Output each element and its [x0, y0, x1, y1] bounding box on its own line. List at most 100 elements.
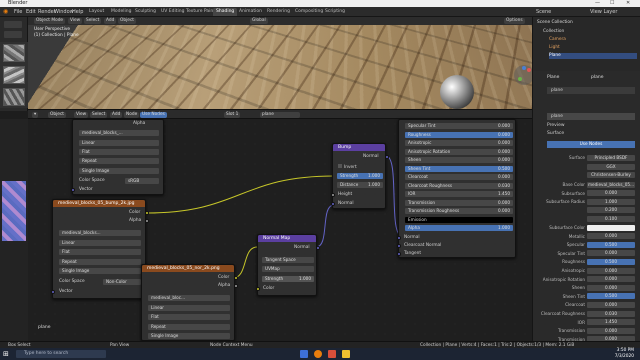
outliner-row-collection[interactable]: Collection: [543, 29, 564, 35]
subsurface-method-value[interactable]: Christensen-Burley: [587, 171, 635, 178]
space-dropdown[interactable]: Tangent Space: [262, 257, 314, 263]
scene-collection-row[interactable]: Scene Collection: [537, 20, 573, 26]
height-input-socket[interactable]: [331, 193, 335, 197]
strength-field[interactable]: Strength 1.000: [262, 276, 314, 282]
material-property-row[interactable]: Subsurface 0.000: [543, 190, 637, 197]
outliner-row-plane[interactable]: Plane: [549, 53, 637, 59]
view-layer-selector[interactable]: View Layer: [590, 7, 617, 17]
image-file-selector[interactable]: medieval_bloc...: [148, 295, 230, 301]
property-value[interactable]: 0.000: [587, 267, 635, 274]
start-button-icon[interactable]: ⊞: [3, 348, 9, 360]
bsdf-input-field[interactable]: Specular Tint 0.000: [405, 123, 513, 129]
clearcoat-normal-socket[interactable]: [397, 244, 401, 248]
property-value[interactable]: 0.000: [587, 190, 635, 197]
alpha-output-socket[interactable]: [145, 219, 149, 223]
normal-input-socket[interactable]: [397, 236, 401, 240]
material-slot-list[interactable]: plane: [547, 87, 635, 94]
projection-dropdown[interactable]: Flat: [148, 314, 230, 320]
material-selector[interactable]: plane: [547, 113, 635, 120]
projection-dropdown[interactable]: Flat: [79, 149, 159, 155]
image-file-selector[interactable]: medieval_blocks_...: [79, 130, 159, 136]
distribution-row[interactable]: GGX: [543, 163, 637, 170]
node-title[interactable]: Normal Map: [258, 235, 316, 242]
material-property-row[interactable]: Subsurface Color: [543, 224, 637, 231]
surface-value[interactable]: Principled BSDF: [587, 154, 635, 161]
property-value[interactable]: 0.500: [587, 241, 635, 248]
property-value[interactable]: 0.000: [587, 301, 635, 308]
invert-checkbox[interactable]: Invert: [338, 164, 357, 170]
bsdf-input-field[interactable]: Transmission Roughness 0.000: [405, 208, 513, 214]
use-nodes-button[interactable]: Use Nodes: [547, 141, 635, 148]
folder-icon[interactable]: [342, 350, 350, 358]
vector-input-socket[interactable]: [51, 290, 55, 294]
property-value[interactable]: [587, 224, 635, 231]
bsdf-input-field[interactable]: Clearcoat Roughness 0.030: [405, 182, 513, 189]
distribution-value[interactable]: GGX: [587, 163, 635, 170]
tangent-input-socket[interactable]: [397, 252, 401, 256]
material-property-row[interactable]: Anisotropic Rotation 0.000: [543, 276, 637, 283]
extension-dropdown[interactable]: Repeat: [148, 324, 230, 330]
bsdf-input-field[interactable]: Anisotropic Rotation 0.000: [405, 148, 513, 155]
node-title[interactable]: Bump: [333, 144, 385, 151]
material-property-row[interactable]: Metallic 0.000: [543, 233, 637, 240]
normal-image-texture-node[interactable]: medieval_blocks_05_nor_2k.png Color Alph…: [141, 264, 238, 341]
node-title[interactable]: medieval_blocks_05_bump_2k.jpg: [53, 200, 145, 207]
property-value[interactable]: 1.000: [587, 198, 635, 205]
bsdf-input-field[interactable]: Emission: [405, 216, 513, 223]
material-property-row[interactable]: IOR 1.450: [543, 319, 637, 326]
material-property-row[interactable]: 0.100: [543, 215, 637, 222]
image-texture-node[interactable]: Alpha medieval_blocks_... Linear Flat Re…: [71, 119, 164, 195]
preview-panel-header[interactable]: Preview: [547, 123, 565, 128]
strength-field[interactable]: Strength 1.000: [337, 173, 383, 179]
alpha-output-socket[interactable]: [234, 284, 238, 288]
bsdf-input-field[interactable]: Sheen Tint 0.500: [405, 165, 513, 172]
material-property-row[interactable]: Anisotropic 0.000: [543, 267, 637, 274]
interpolation-dropdown[interactable]: Linear: [79, 140, 159, 146]
property-value[interactable]: 0.000: [587, 233, 635, 240]
material-property-row[interactable]: Transmission 0.000: [543, 327, 637, 334]
material-property-row[interactable]: 0.200: [543, 207, 637, 214]
color-input-socket[interactable]: [256, 287, 260, 291]
vector-input-socket[interactable]: [71, 188, 75, 192]
bump-image-texture-node[interactable]: medieval_blocks_05_bump_2k.jpg Color Alp…: [51, 199, 149, 299]
source-dropdown[interactable]: Single Image: [59, 268, 141, 274]
material-property-row[interactable]: Specular 0.500: [543, 241, 637, 248]
bsdf-input-field[interactable]: Sheen 0.000: [405, 157, 513, 163]
uv-map-selector[interactable]: UVMap: [262, 266, 314, 272]
property-value[interactable]: 0.500: [587, 258, 635, 265]
normal-input-socket[interactable]: [331, 202, 335, 206]
bsdf-input-field[interactable]: IOR 1.450: [405, 191, 513, 197]
property-value[interactable]: 1.450: [587, 319, 635, 326]
bump-node[interactable]: Bump Normal Invert Strength 1.000 Distan…: [331, 143, 389, 209]
property-value[interactable]: 0.000: [587, 276, 635, 283]
normal-output-socket[interactable]: [316, 246, 320, 250]
material-property-row[interactable]: Specular Tint 0.000: [543, 250, 637, 257]
property-value[interactable]: 0.030: [587, 310, 635, 317]
color-space-dropdown[interactable]: sRGB: [125, 178, 159, 184]
property-value[interactable]: medieval_blocks_05...: [587, 181, 635, 188]
projection-dropdown[interactable]: Flat: [59, 249, 141, 255]
taskbar-search-input[interactable]: Type here to search: [16, 350, 106, 358]
property-value[interactable]: 0.200: [587, 207, 635, 214]
extension-dropdown[interactable]: Repeat: [59, 259, 141, 265]
scene-selector[interactable]: Scene: [536, 7, 551, 17]
material-property-row[interactable]: Sheen 0.000: [543, 284, 637, 291]
minimize-button[interactable]: —: [595, 0, 600, 7]
close-button[interactable]: ✕: [626, 0, 630, 7]
surface-row[interactable]: Surface Principled BSDF: [543, 154, 637, 161]
extension-dropdown[interactable]: Repeat: [79, 158, 159, 164]
subsurface-method-row[interactable]: Christensen-Burley: [543, 171, 637, 178]
interpolation-dropdown[interactable]: Linear: [59, 240, 141, 246]
bsdf-input-field[interactable]: Roughness 0.000: [405, 131, 513, 138]
color-output-socket[interactable]: [145, 211, 149, 215]
material-property-row[interactable]: Clearcoat 0.000: [543, 301, 637, 308]
app-icon[interactable]: [328, 350, 336, 358]
property-value[interactable]: 0.000: [587, 250, 635, 257]
normal-map-node[interactable]: Normal Map Normal Tangent Space UVMap St…: [256, 234, 320, 296]
bsdf-input-field[interactable]: Clearcoat 0.000: [405, 174, 513, 180]
material-property-row[interactable]: Clearcoat Roughness 0.030: [541, 310, 637, 317]
outliner-row-camera[interactable]: Camera: [549, 37, 566, 43]
color-space-dropdown[interactable]: Non-Color: [103, 279, 141, 285]
property-value[interactable]: 0.100: [587, 215, 635, 222]
outliner-row-light[interactable]: Light: [549, 45, 560, 51]
